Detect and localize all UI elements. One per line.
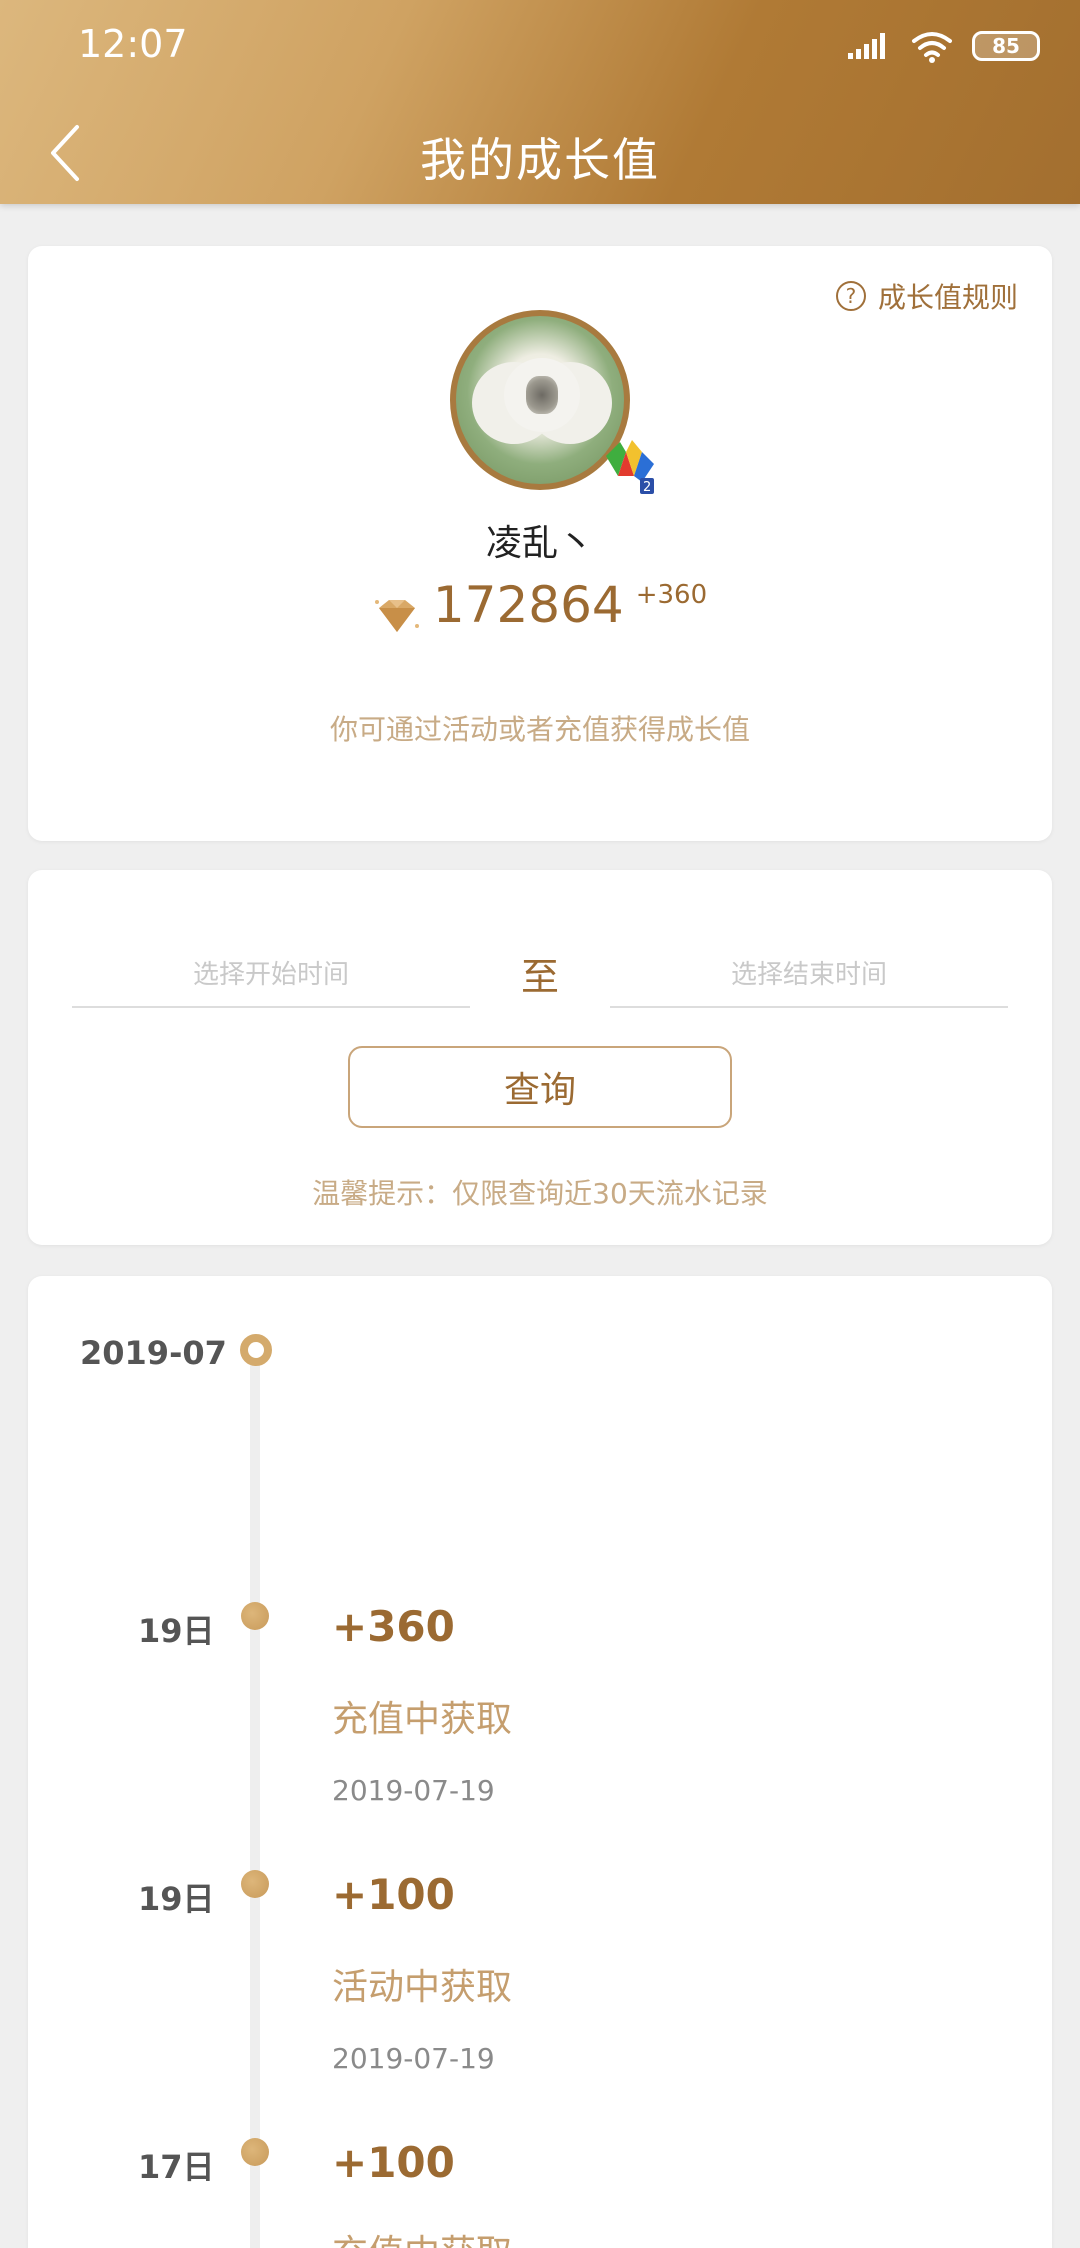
growth-value-row: 172864 +360	[28, 576, 1052, 636]
wifi-icon	[912, 32, 952, 63]
app-header: 12:07 85 我的成长值	[0, 0, 1080, 204]
record-source: 充值中获取	[332, 2224, 512, 2248]
date-separator: 至	[520, 955, 559, 999]
record-dot	[241, 2138, 269, 2166]
record-date: 2019-07-19	[332, 1774, 495, 1807]
date-filter-card: 选择开始时间 至 选择结束时间 查询 温馨提示：仅限查询近30天流水记录	[28, 870, 1052, 1245]
record-day: 17日	[138, 2148, 215, 2186]
status-bar: 12:07 85	[0, 0, 1080, 92]
query-button[interactable]: 查询	[348, 1046, 732, 1128]
record-date: 2019-07-19	[332, 2042, 495, 2075]
record-dot	[241, 1602, 269, 1630]
month-label: 2019-07	[80, 1334, 227, 1372]
end-date-picker[interactable]: 选择结束时间	[610, 938, 1008, 1008]
record-amount: +100	[332, 2138, 455, 2187]
page-title: 我的成长值	[420, 133, 660, 187]
month-dot	[240, 1334, 272, 1366]
signal-icon	[848, 33, 885, 59]
timeline-line	[250, 1356, 260, 2248]
username: 凌乱丶	[485, 523, 594, 564]
record-source: 充值中获取	[332, 1699, 513, 1740]
avatar-image	[504, 358, 580, 432]
question-icon: ?	[835, 281, 866, 311]
query-button-label: 查询	[503, 1070, 576, 1111]
record-day: 19日	[138, 1880, 215, 1918]
record-dot	[241, 1870, 269, 1898]
record-source: 活动中获取	[332, 1967, 513, 2008]
svg-text:2: 2	[643, 480, 651, 495]
growth-rules-label: 成长值规则	[877, 281, 1018, 314]
query-hint: 温馨提示：仅限查询近30天流水记录	[312, 1177, 768, 1210]
growth-delta: +360	[635, 580, 708, 610]
status-time: 12:07	[78, 22, 188, 66]
growth-value: 172864	[432, 576, 624, 634]
record-day: 19日	[138, 1612, 215, 1650]
growth-tip: 你可通过活动或者充值获得成长值	[329, 713, 750, 746]
battery-level: 85	[992, 34, 1020, 58]
status-icons: 85	[848, 24, 1040, 68]
level-badge-icon: 2	[606, 440, 654, 495]
end-date-placeholder: 选择结束时间	[730, 959, 887, 990]
growth-rules-link[interactable]: ? 成长值规则	[835, 276, 1018, 316]
record-amount: +360	[332, 1602, 455, 1651]
growth-records-card: 2019-07 19日 +360 充值中获取 2019-07-19 19日 +1…	[28, 1276, 1052, 2248]
record-amount: +100	[332, 1870, 455, 1919]
profile-card: ? 成长值规则 2 凌乱丶 172864 +360 你可通过活动或者充值获得成长…	[28, 246, 1052, 841]
battery-icon: 85	[972, 31, 1040, 61]
gem-icon	[374, 600, 419, 632]
start-date-placeholder: 选择开始时间	[192, 959, 349, 990]
start-date-picker[interactable]: 选择开始时间	[72, 938, 470, 1008]
